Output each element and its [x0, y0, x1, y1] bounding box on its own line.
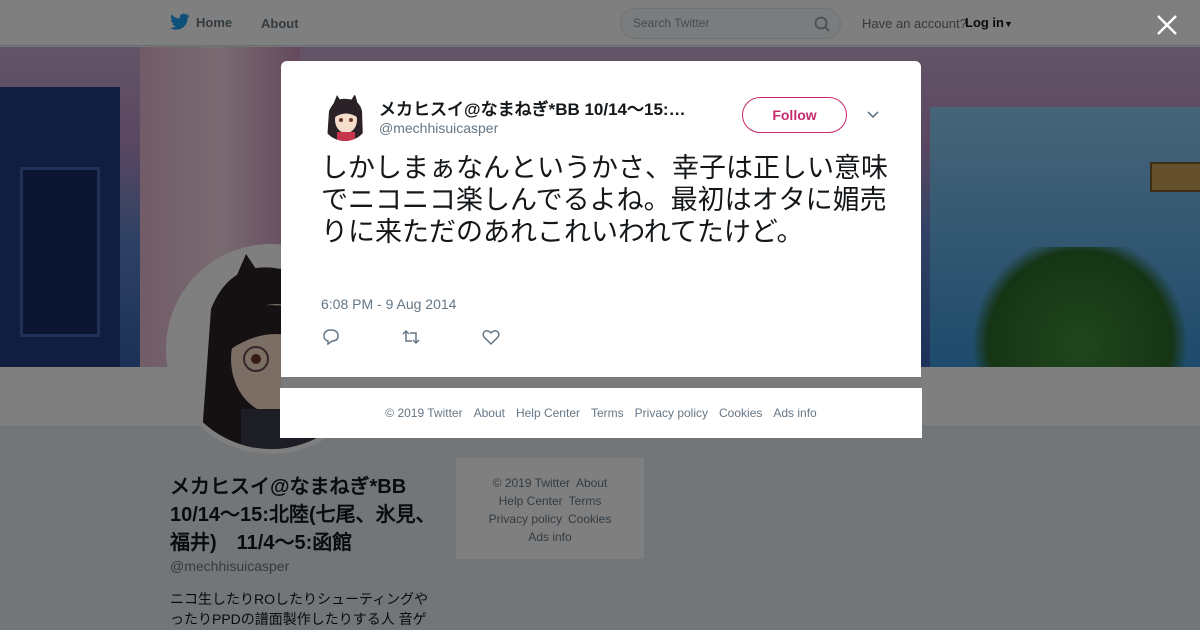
- tweet-text: しかしまぁなんというかさ、幸子は正しい意味でニコニコ楽しんでるよね。最初はオタに…: [321, 153, 888, 248]
- tweet-author-name[interactable]: メカヒスイ@なまねぎ*BB 10/14～15:北陸(七尾、氷見、福井) 11/4…: [379, 95, 699, 120]
- footer-privacy[interactable]: Privacy policy: [635, 406, 708, 420]
- chevron-down-icon[interactable]: [865, 107, 881, 123]
- retweet-icon: [402, 329, 420, 345]
- tweet-avatar[interactable]: [321, 93, 369, 141]
- tweet-actions: [321, 327, 561, 347]
- like-icon: [482, 330, 500, 346]
- modal-footer: © 2019 Twitter About Help Center Terms P…: [280, 388, 922, 438]
- modal-divider: [281, 377, 921, 388]
- tweet-modal: メカヒスイ@なまねぎ*BB 10/14～15:北陸(七尾、氷見、福井) 11/4…: [281, 61, 921, 377]
- footer-help-center[interactable]: Help Center: [516, 406, 580, 420]
- like-action[interactable]: [481, 327, 561, 347]
- footer-terms[interactable]: Terms: [591, 406, 624, 420]
- footer-copyright: © 2019 Twitter: [385, 406, 463, 420]
- footer-ads-info[interactable]: Ads info: [773, 406, 816, 420]
- footer-about[interactable]: About: [474, 406, 505, 420]
- tweet-author-handle[interactable]: @mechhisuicasper: [379, 120, 498, 136]
- reply-action[interactable]: [321, 327, 401, 347]
- footer-cookies[interactable]: Cookies: [719, 406, 762, 420]
- close-icon[interactable]: [1154, 12, 1180, 38]
- follow-button[interactable]: Follow: [742, 97, 847, 133]
- retweet-action[interactable]: [401, 327, 481, 347]
- reply-icon: [323, 329, 339, 346]
- tweet-avatar-illustration: [321, 93, 369, 141]
- tweet-timestamp[interactable]: 6:08 PM - 9 Aug 2014: [321, 296, 456, 312]
